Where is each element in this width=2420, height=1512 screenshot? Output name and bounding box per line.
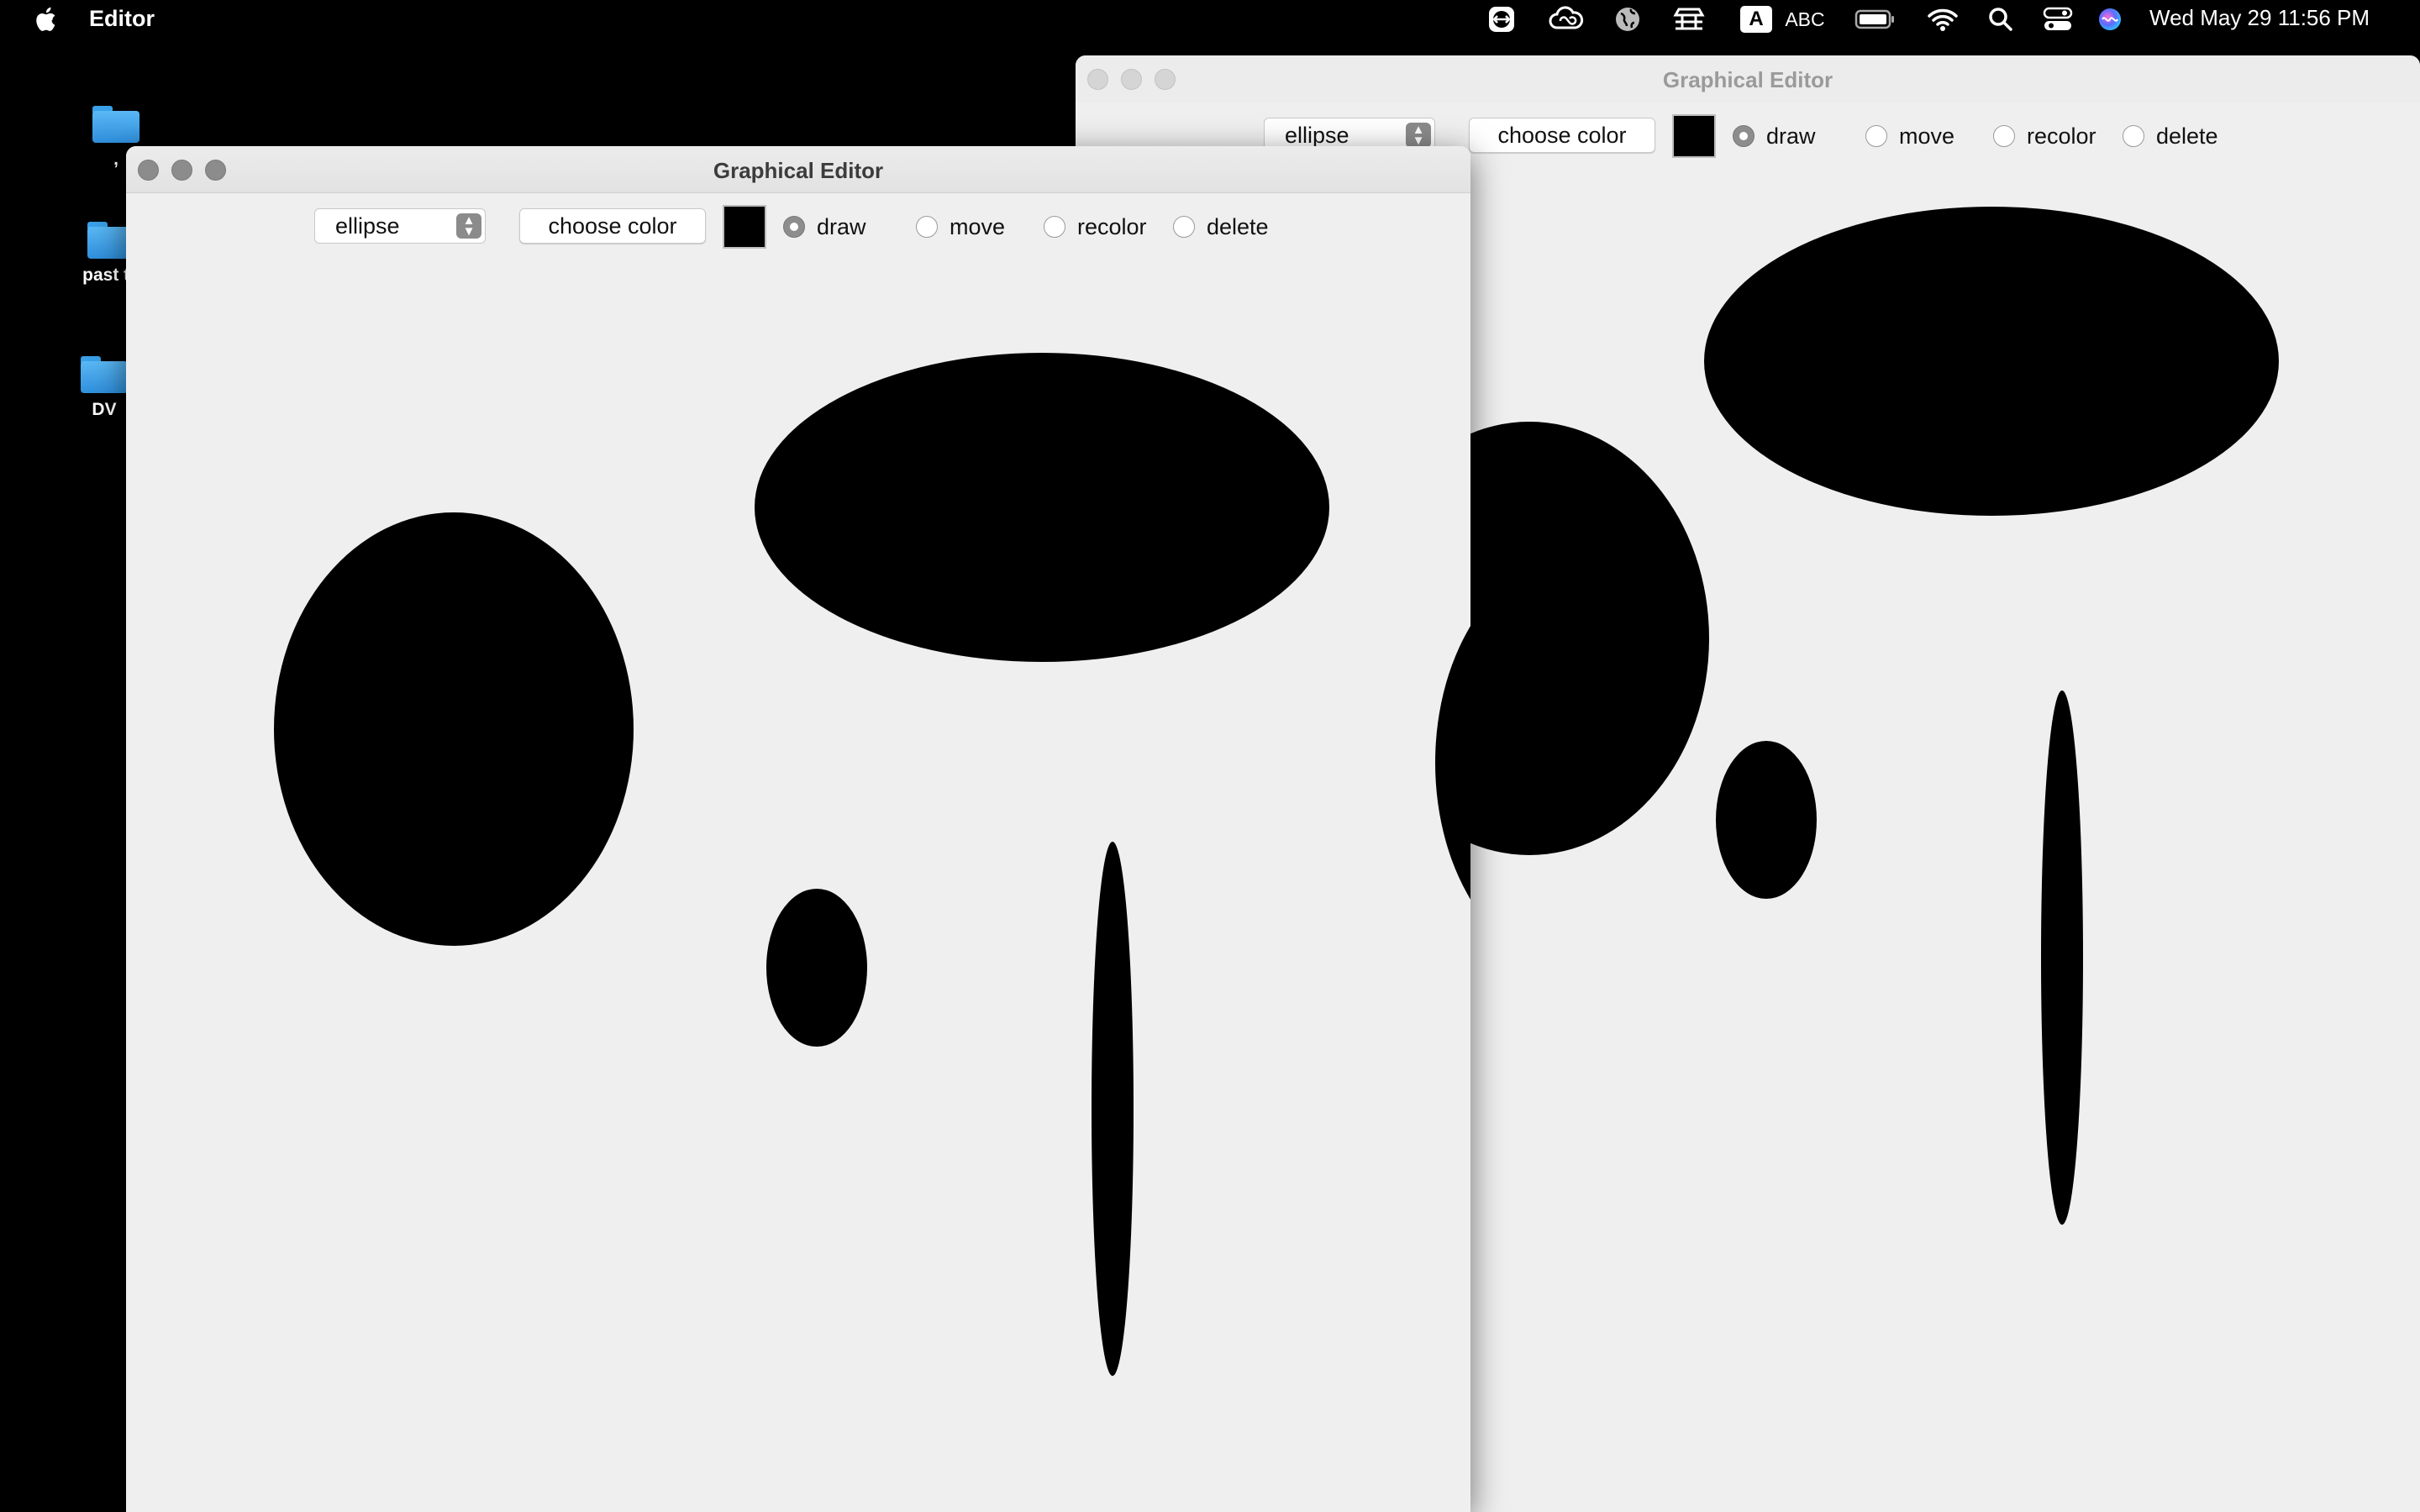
radio-icon bbox=[1993, 125, 2015, 147]
stack-icon[interactable] bbox=[1672, 5, 1706, 34]
mode-label: move bbox=[950, 213, 1006, 239]
shape-select[interactable]: ellipse ▲ ▼ bbox=[314, 208, 486, 244]
canvas-ellipse[interactable] bbox=[1716, 741, 1817, 899]
radio-icon bbox=[916, 216, 938, 238]
folder-icon bbox=[81, 356, 128, 393]
radio-icon bbox=[1865, 125, 1887, 147]
input-source-label[interactable]: ABC bbox=[1781, 5, 1828, 34]
battery-icon[interactable] bbox=[1854, 5, 1897, 34]
chevron-updown-icon: ▲ ▼ bbox=[456, 213, 481, 239]
mode-draw-radio[interactable]: draw bbox=[1733, 119, 1816, 153]
mode-label: draw bbox=[817, 213, 866, 239]
shape-select-value: ellipse bbox=[335, 213, 400, 239]
toolbar: ellipse ▲ ▼ choose color draw move recolo… bbox=[126, 205, 1470, 250]
current-color-swatch bbox=[1672, 114, 1716, 158]
globe-icon[interactable] bbox=[1612, 5, 1644, 34]
mode-label: move bbox=[1899, 123, 1955, 149]
canvas-ellipse[interactable] bbox=[755, 353, 1329, 662]
folder-icon bbox=[92, 106, 139, 143]
canvas-ellipse[interactable] bbox=[274, 512, 634, 946]
canvas-ellipse[interactable] bbox=[1092, 842, 1134, 1376]
drawing-canvas[interactable] bbox=[126, 270, 1470, 1512]
radio-selected-icon bbox=[783, 216, 805, 238]
input-source-letter: A bbox=[1740, 6, 1772, 33]
mode-draw-radio[interactable]: draw bbox=[783, 210, 866, 244]
window-titlebar[interactable]: Graphical Editor bbox=[126, 146, 1470, 193]
app-menu-name[interactable]: Editor bbox=[89, 6, 155, 32]
canvas-ellipse[interactable] bbox=[2041, 690, 2083, 1225]
menu-bar-clock[interactable]: Wed May 29 11:56 PM bbox=[2149, 5, 2370, 31]
mode-recolor-radio[interactable]: recolor bbox=[1044, 210, 1147, 244]
mode-label: draw bbox=[1766, 123, 1816, 149]
shape-select-value: ellipse bbox=[1285, 123, 1349, 148]
canvas-ellipse[interactable] bbox=[1704, 207, 2279, 516]
wifi-icon[interactable] bbox=[1926, 5, 1960, 34]
chevron-updown-icon: ▲ ▼ bbox=[1406, 123, 1431, 148]
teamviewer-icon[interactable] bbox=[1486, 5, 1518, 34]
canvas-ellipse[interactable] bbox=[1435, 556, 1470, 969]
siri-icon[interactable] bbox=[2096, 5, 2124, 34]
input-source-icon[interactable]: A bbox=[1739, 5, 1773, 34]
radio-icon bbox=[1044, 216, 1065, 238]
mode-label: delete bbox=[2156, 123, 2218, 149]
canvas-ellipse[interactable] bbox=[766, 889, 867, 1047]
editor-window-front[interactable]: Graphical Editor ellipse ▲ ▼ choose color… bbox=[126, 146, 1470, 1512]
mode-label: delete bbox=[1207, 213, 1269, 239]
mode-delete-radio[interactable]: delete bbox=[2123, 119, 2218, 153]
current-color-swatch bbox=[723, 205, 766, 249]
mode-recolor-radio[interactable]: recolor bbox=[1993, 119, 2096, 153]
mode-label: recolor bbox=[1077, 213, 1147, 239]
radio-icon bbox=[1173, 216, 1195, 238]
radio-selected-icon bbox=[1733, 125, 1754, 147]
choose-color-button[interactable]: choose color bbox=[1469, 118, 1655, 153]
search-icon[interactable] bbox=[1986, 5, 2015, 34]
apple-menu-icon[interactable] bbox=[34, 7, 57, 32]
mode-move-radio[interactable]: move bbox=[916, 210, 1005, 244]
window-titlebar[interactable]: Graphical Editor bbox=[1076, 55, 2420, 102]
window-title: Graphical Editor bbox=[1662, 67, 1833, 92]
mode-move-radio[interactable]: move bbox=[1865, 119, 1954, 153]
creative-cloud-icon[interactable] bbox=[1548, 5, 1585, 34]
radio-icon bbox=[2123, 125, 2144, 147]
menu-bar: Editor A ABC Wed May 29 11:56 PM bbox=[0, 0, 2420, 39]
mode-label: recolor bbox=[2027, 123, 2096, 149]
window-title: Graphical Editor bbox=[713, 158, 884, 183]
choose-color-button[interactable]: choose color bbox=[519, 208, 706, 244]
mode-delete-radio[interactable]: delete bbox=[1173, 210, 1269, 244]
control-center-icon[interactable] bbox=[2042, 5, 2074, 34]
